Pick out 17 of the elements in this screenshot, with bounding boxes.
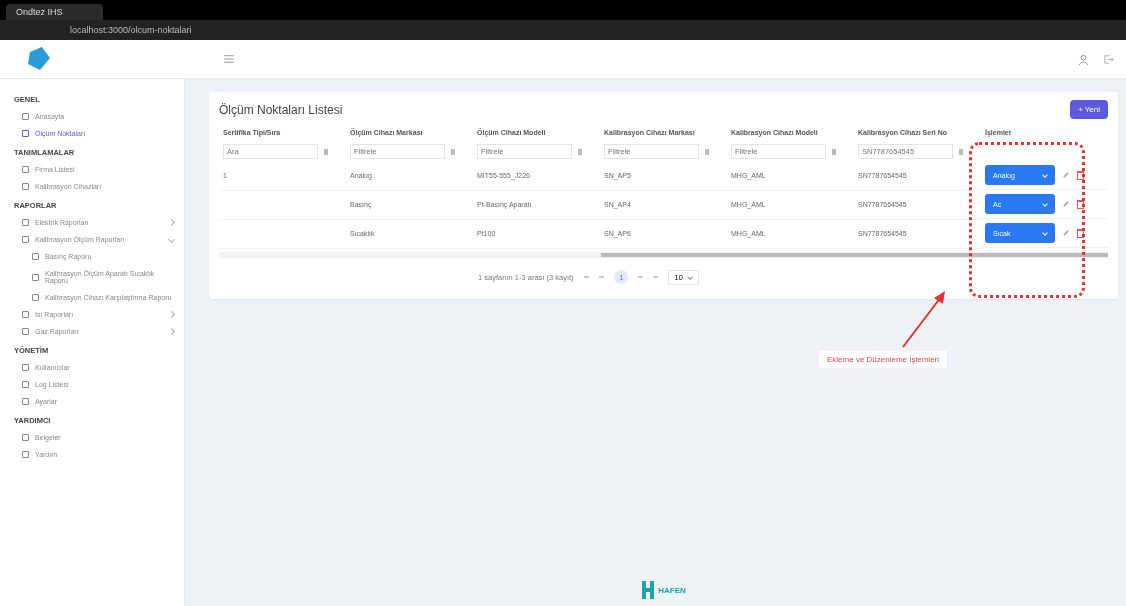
footer-logo-text: HAFEN <box>658 585 686 595</box>
scrollbar[interactable] <box>219 251 1108 258</box>
delete-icon[interactable] <box>1077 199 1084 209</box>
logo-icon <box>641 580 656 600</box>
edit-icon[interactable] <box>1063 201 1069 207</box>
address-field[interactable]: localhost:3000/olcum-noktalari <box>70 25 192 35</box>
edit-icon[interactable] <box>1063 172 1069 178</box>
delete-icon[interactable] <box>1077 170 1084 180</box>
edit-icon[interactable] <box>1063 230 1069 236</box>
page-title: Ölçüm Noktaları Listesi <box>219 102 343 117</box>
delete-icon[interactable] <box>1077 228 1084 238</box>
menu-icon[interactable] <box>224 55 234 63</box>
browser-tab[interactable]: Ondtez IHS <box>6 4 103 20</box>
annotation-text: Ekleme ve Düzenleme İşlemleri <box>819 350 948 368</box>
logout-icon[interactable] <box>1103 53 1114 65</box>
user-icon[interactable] <box>1078 53 1089 65</box>
new-button[interactable]: + Yeni <box>1069 100 1108 119</box>
